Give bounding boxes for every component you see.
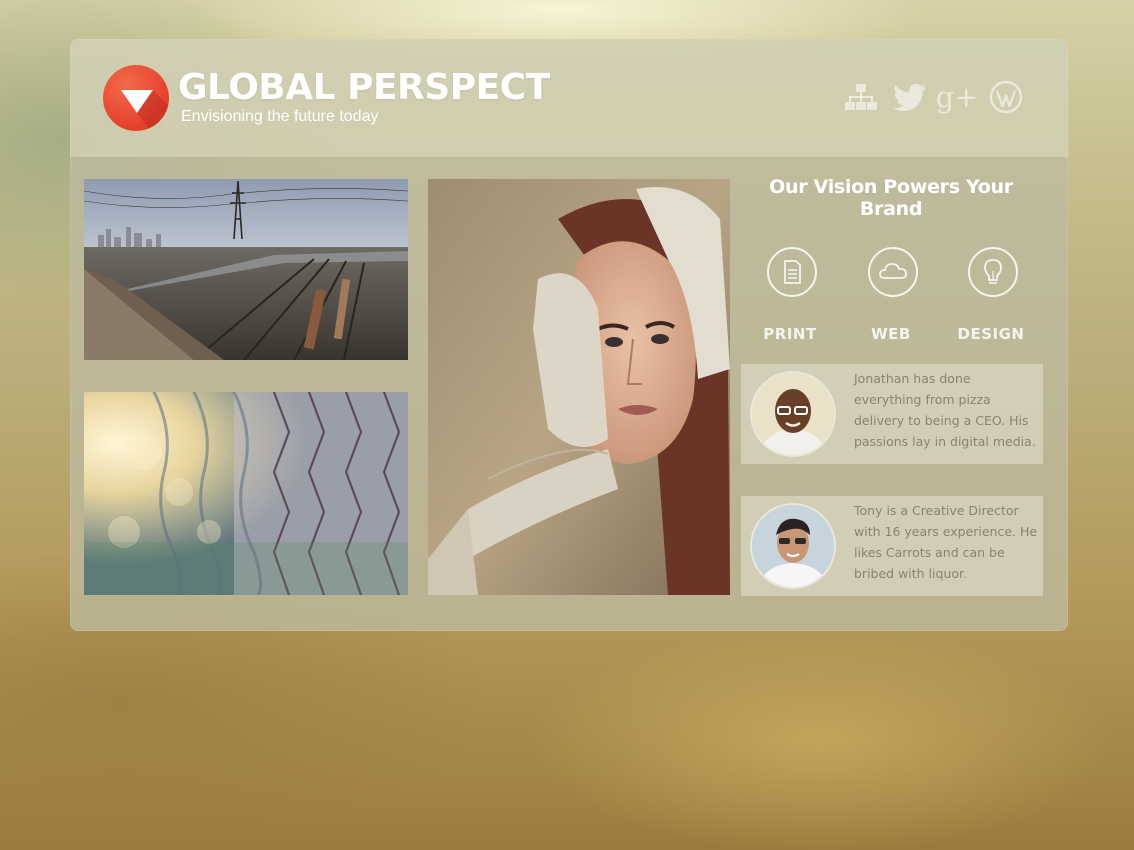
service-label-design[interactable]: DESIGN (946, 325, 1036, 343)
bio-text-tony: Tony is a Creative Director with 16 year… (854, 503, 1038, 581)
site-tagline: Envisioning the future today (181, 108, 379, 125)
service-label-print[interactable]: PRINT (745, 325, 835, 343)
tony-avatar[interactable] (752, 505, 834, 587)
sitemap-icon[interactable] (843, 79, 879, 115)
lightbulb-icon[interactable] (968, 247, 1018, 297)
city-railway-photo[interactable] (84, 179, 408, 360)
service-label-web[interactable]: WEB (846, 325, 936, 343)
down-triangle-logo-icon[interactable] (103, 65, 169, 131)
google-plus-glyph: g+ (935, 79, 979, 114)
site-title[interactable]: GLOBAL PERSPECT (178, 67, 550, 108)
cloud-icon[interactable] (868, 247, 918, 297)
main-panel: GLOBAL PERSPECT Envisioning the future t… (70, 39, 1068, 631)
jonathan-avatar[interactable] (752, 373, 834, 455)
bio-text-jonathan: Jonathan has done everything from pizza … (854, 371, 1036, 449)
bio-card-tony: Tony is a Creative Director with 16 year… (741, 496, 1043, 596)
document-icon[interactable] (767, 247, 817, 297)
woman-portrait-photo[interactable] (428, 179, 730, 595)
twitter-icon[interactable] (892, 79, 928, 115)
google-plus-icon[interactable]: g+ (936, 79, 979, 115)
sidebar-title: Our Vision Powers Your Brand (769, 176, 1013, 220)
header: GLOBAL PERSPECT Envisioning the future t… (70, 39, 1068, 157)
wordpress-icon[interactable] (988, 79, 1024, 115)
bio-card-jonathan: Jonathan has done everything from pizza … (741, 364, 1043, 464)
chain-link-fence-photo[interactable] (84, 392, 408, 595)
